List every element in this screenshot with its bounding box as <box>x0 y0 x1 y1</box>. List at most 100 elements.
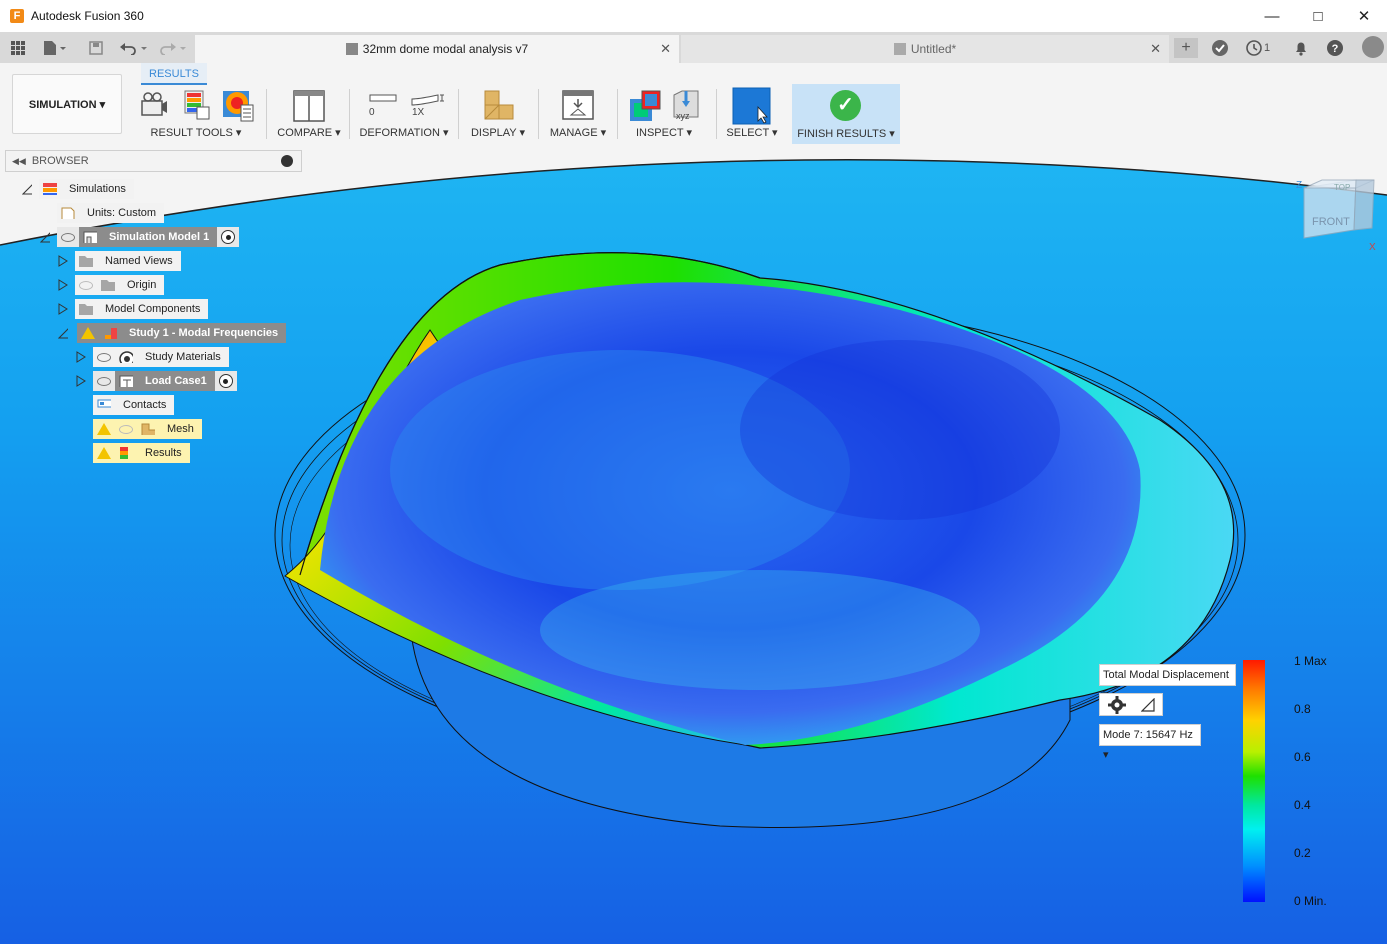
manage-group[interactable]: MANAGE ▾ <box>543 83 613 143</box>
finish-results-button[interactable]: ✓ FINISH RESULTS ▾ <box>792 84 900 144</box>
compare-icon[interactable] <box>292 89 326 123</box>
separator <box>458 89 459 139</box>
extensions-icon[interactable] <box>1210 38 1230 58</box>
tree-node-study-1[interactable]: Study 1 - Modal Frequencies <box>77 323 287 343</box>
warning-icon <box>97 423 111 435</box>
hidden-eye-icon[interactable] <box>79 280 93 290</box>
collapse-arrow-icon[interactable] <box>58 327 68 339</box>
help-icon[interactable]: ? <box>1325 38 1345 58</box>
tree-node-simulations[interactable]: Simulations <box>39 179 134 199</box>
units-document-icon <box>61 207 75 219</box>
select-group[interactable]: SELECT ▾ <box>722 83 782 143</box>
job-status-icon[interactable]: 1 <box>1243 38 1273 58</box>
collapse-browser-icon[interactable]: ◀◀ <box>12 156 26 167</box>
folder-icon <box>79 304 93 315</box>
undo-icon[interactable] <box>118 38 148 58</box>
svg-text:?: ? <box>1332 43 1339 55</box>
active-model-radio[interactable] <box>221 230 236 244</box>
visibility-eye-icon[interactable] <box>97 352 111 362</box>
animate-icon[interactable] <box>139 89 169 119</box>
close-tab-icon[interactable]: ✕ <box>1150 41 1161 57</box>
display-group[interactable]: DISPLAY ▾ <box>463 83 533 143</box>
legend-tick: 0.8 <box>1294 702 1311 716</box>
simulations-icon <box>43 183 57 195</box>
result-type-dropdown[interactable]: Total Modal Displacement ▾ <box>1099 664 1236 701</box>
document-tab-bar: 32mm dome modal analysis v7 ✕ Untitled* … <box>0 32 1387 63</box>
compare-group[interactable]: COMPARE ▾ <box>272 83 346 143</box>
tree-node-study-materials[interactable]: Study Materials <box>93 347 229 367</box>
redo-icon[interactable] <box>158 38 188 58</box>
tree-node-contacts[interactable]: Contacts <box>93 395 175 415</box>
3d-viewport[interactable]: TOP FRONT Z X <box>0 145 1387 944</box>
browser-options-icon[interactable] <box>281 155 293 167</box>
workspace-switcher[interactable]: SIMULATION ▾ <box>12 74 122 134</box>
maximize-button[interactable]: □ <box>1295 0 1341 32</box>
gear-icon[interactable] <box>1107 695 1126 714</box>
user-avatar[interactable] <box>1362 36 1384 58</box>
collapse-arrow-icon[interactable] <box>22 183 32 195</box>
select-icon[interactable] <box>732 87 772 125</box>
expand-arrow-icon[interactable] <box>58 303 68 315</box>
close-tab-icon[interactable]: ✕ <box>660 41 671 57</box>
job-count: 1 <box>1263 42 1271 54</box>
result-plot-icon[interactable] <box>181 89 211 121</box>
tab-untitled[interactable]: Untitled* ✕ <box>681 35 1169 63</box>
active-load-case-radio[interactable] <box>218 374 233 388</box>
materials-icon <box>119 351 133 363</box>
surface-probes-icon[interactable] <box>628 89 662 123</box>
axis-x-label: X <box>1369 242 1376 253</box>
file-menu-icon[interactable] <box>40 38 70 58</box>
window-title: Autodesk Fusion 360 <box>31 9 144 23</box>
mode-selector-dropdown[interactable]: Mode 7: 15647 Hz ▾ <box>1099 724 1201 761</box>
app-grid-icon[interactable] <box>8 38 28 58</box>
manage-icon[interactable] <box>561 89 595 121</box>
view-cube[interactable]: TOP FRONT Z X <box>1296 178 1378 256</box>
expand-arrow-icon[interactable] <box>58 255 68 267</box>
legend-resize-icon[interactable] <box>1140 697 1155 712</box>
tree-node-load-case[interactable]: Load Case1 <box>93 371 237 391</box>
document-icon <box>893 43 906 55</box>
browser-title: BROWSER <box>31 155 89 167</box>
visibility-eye-icon[interactable] <box>61 232 75 242</box>
notifications-icon[interactable] <box>1291 38 1311 58</box>
hidden-eye-icon[interactable] <box>119 424 133 434</box>
tree-node-simulation-model[interactable]: Simulation Model 1 <box>57 227 240 247</box>
load-case-icon <box>119 375 133 387</box>
warning-icon <box>97 447 111 459</box>
save-icon[interactable] <box>86 38 106 58</box>
separator <box>617 89 618 139</box>
separator <box>716 89 717 139</box>
expand-arrow-icon[interactable] <box>76 375 86 387</box>
minimize-button[interactable]: — <box>1249 0 1295 32</box>
tree-node-model-components[interactable]: Model Components <box>75 299 209 319</box>
results-icon <box>120 447 128 459</box>
deformation-group[interactable]: 0 1X DEFORMATION ▾ <box>354 83 454 143</box>
visibility-eye-icon[interactable] <box>97 376 111 386</box>
tree-node-units[interactable]: Units: Custom <box>57 203 165 223</box>
component-icon <box>345 43 358 55</box>
expand-arrow-icon[interactable] <box>76 351 86 363</box>
tab-results[interactable]: RESULTS <box>141 63 207 85</box>
tree-node-mesh[interactable]: Mesh <box>93 419 202 439</box>
new-tab-button[interactable]: + <box>1174 38 1198 58</box>
close-window-button[interactable]: ✕ <box>1341 0 1387 32</box>
mesh-display-icon[interactable] <box>483 89 515 121</box>
fusion-logo-icon: F <box>10 9 24 23</box>
collapse-arrow-icon[interactable] <box>40 231 50 243</box>
simulation-model-render[interactable] <box>0 145 1387 944</box>
expand-arrow-icon[interactable] <box>58 279 68 291</box>
tree-node-origin[interactable]: Origin <box>75 275 165 295</box>
result-tools-group[interactable]: RESULT TOOLS ▾ <box>133 83 259 143</box>
browser-header[interactable]: ◀◀ BROWSER <box>5 150 302 172</box>
tab-dome-modal-analysis[interactable]: 32mm dome modal analysis v7 ✕ <box>195 35 679 63</box>
legend-tick: 0 Min. <box>1294 894 1327 908</box>
simulation-model-icon <box>83 231 97 243</box>
check-icon: ✓ <box>830 90 861 121</box>
probe-xyz-icon[interactable]: xyz <box>670 89 702 123</box>
folder-icon <box>101 280 115 291</box>
inspect-group[interactable]: xyz INSPECT ▾ <box>622 83 706 143</box>
tree-node-results[interactable]: Results <box>93 443 190 463</box>
legend-tick: 1 Max <box>1294 654 1327 668</box>
tree-node-named-views[interactable]: Named Views <box>75 251 181 271</box>
legend-options-icon[interactable] <box>221 89 255 123</box>
